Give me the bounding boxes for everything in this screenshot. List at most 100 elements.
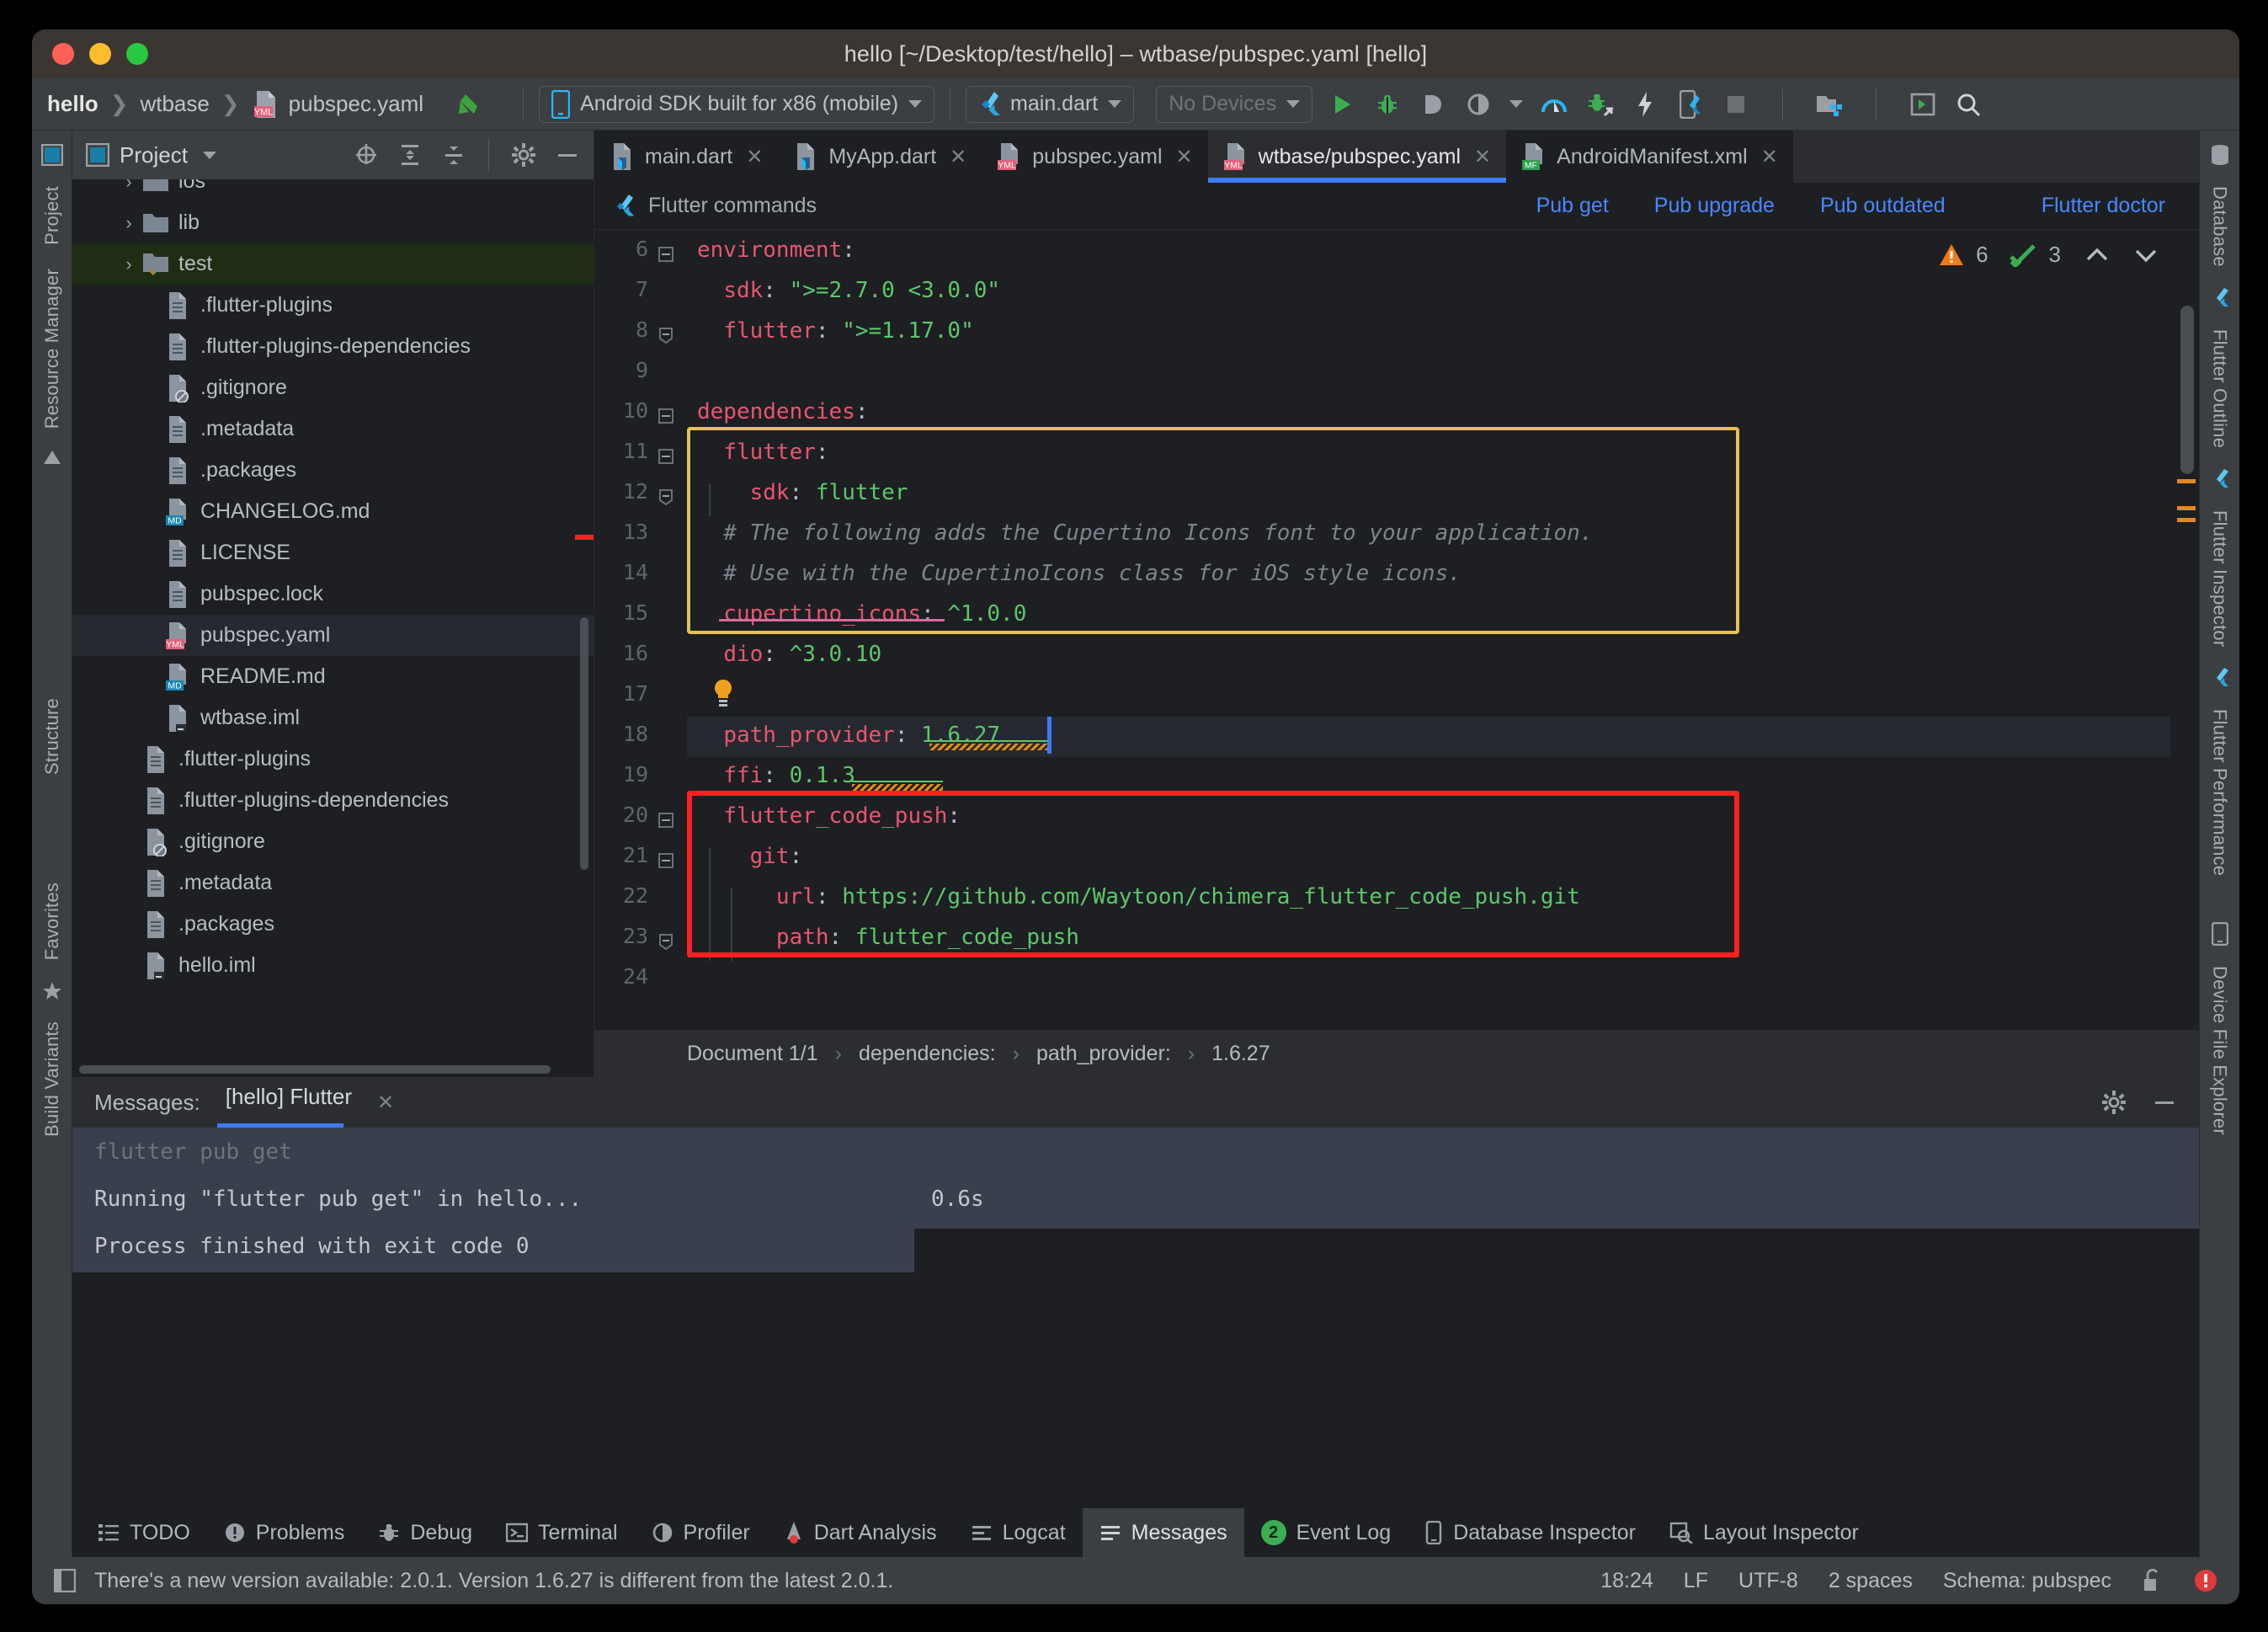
fold-collapse-icon[interactable] [657,245,675,264]
tree-item-flutter-plugins[interactable]: .flutter-plugins [72,285,594,326]
search-everywhere-icon[interactable] [1954,90,1983,119]
editor-breadcrumb-item[interactable]: Document 1/1 [687,1042,818,1066]
run-configuration-selector[interactable]: main.dart [966,85,1135,123]
chevron-right-icon[interactable]: › [116,253,141,275]
fold-collapse-icon[interactable] [657,407,675,425]
hide-icon[interactable] [555,142,580,168]
device-flutter-icon[interactable] [1676,89,1705,119]
chevron-right-icon[interactable]: › [116,179,141,193]
tree-item-pubspec-lock[interactable]: pubspec.lock [72,573,594,615]
fold-collapse-icon[interactable] [657,811,675,829]
settings-gear-icon[interactable] [511,142,536,168]
sidebar-tab-build-variants[interactable]: Build Variants [41,1010,63,1149]
chevron-right-icon[interactable]: › [116,212,141,234]
close-icon[interactable]: ✕ [1474,145,1491,169]
editor-breadcrumb-item[interactable]: 1.6.27 [1211,1042,1270,1066]
project-tree[interactable]: › ios › lib › test .flutter-plugins .flutter-pl… [72,179,594,1077]
status-document-icon[interactable] [54,1569,76,1592]
editor-breadcrumb[interactable]: Document 1/1 › dependencies: › path_provider… [594,1030,2199,1077]
intention-bulb-icon[interactable] [711,678,736,708]
status-line-separator[interactable]: LF [1684,1569,1708,1593]
bottom-tab-profiler[interactable]: Profiler [635,1508,767,1557]
tree-item-pubspec-yaml[interactable]: YML pubspec.yaml [72,615,594,656]
sidebar-tab-flutter-performance[interactable]: Flutter Performance [2209,697,2231,888]
tree-item-packages[interactable]: .packages [72,450,594,491]
attach-debugger-icon[interactable] [1585,90,1614,119]
editor-tab-pubspec-yaml[interactable]: YML pubspec.yaml ✕ [982,131,1208,183]
tree-item-hello-iml[interactable]: hello.iml [72,945,594,986]
open-terminal-icon[interactable] [1909,90,1937,119]
fold-end-icon[interactable] [657,326,675,344]
tree-item-changelog-md[interactable]: MD CHANGELOG.md [72,491,594,532]
tree-item-wtbase-iml[interactable]: wtbase.iml [72,697,594,739]
bottom-tab-dart-analysis[interactable]: Dart Analysis [767,1508,954,1557]
tree-item-gitignore[interactable]: .gitignore [72,367,594,408]
tree-item-flutter-plugins[interactable]: .flutter-plugins [72,739,594,780]
pub-outdated-link[interactable]: Pub outdated [1820,194,1946,218]
bottom-tab-todo[interactable]: TODO [81,1508,207,1557]
status-indent[interactable]: 2 spaces [1829,1569,1913,1593]
hot-reload-icon[interactable] [1631,90,1659,119]
bottom-tab-debug[interactable]: Debug [361,1508,489,1557]
error-icon[interactable] [2194,1569,2217,1592]
bottom-tab-problems[interactable]: Problems [207,1508,362,1557]
editor-tab-main-dart[interactable]: main.dart ✕ [594,131,779,183]
collapse-all-icon[interactable] [441,142,466,168]
fold-collapse-icon[interactable] [657,447,675,466]
bottom-tab-messages[interactable]: Messages [1082,1508,1244,1557]
tree-item-flutter-plugins-dependencies[interactable]: .flutter-plugins-dependencies [72,780,594,821]
sidebar-tab-flutter-outline[interactable]: Flutter Outline [2209,317,2231,460]
stop-icon[interactable] [1722,90,1750,119]
tree-item-flutter-plugins-dependencies[interactable]: .flutter-plugins-dependencies [72,326,594,367]
close-icon[interactable]: ✕ [1176,145,1193,169]
pub-get-link[interactable]: Pub get [1536,194,1609,218]
expand-all-icon[interactable] [397,142,423,168]
coverage-icon[interactable] [1464,90,1493,119]
tree-item-packages[interactable]: .packages [72,904,594,945]
editor-breadcrumb-item[interactable]: path_provider: [1036,1042,1171,1066]
bottom-tab-database-inspector[interactable]: Database Inspector [1408,1508,1653,1557]
devices-selector[interactable]: No Devices [1156,85,1313,123]
tree-vertical-scrollbar[interactable] [580,617,588,870]
bottom-tab-terminal[interactable]: Terminal [489,1508,634,1557]
chevron-down-icon[interactable] [202,151,216,159]
tree-horizontal-scrollbar[interactable] [79,1065,551,1074]
tree-item-gitignore[interactable]: .gitignore [72,821,594,862]
code-editor[interactable]: 6 7 8 9 10 11 12 13 14 15 16 17 18 19 20 21 22 23 24 envir… [594,230,2199,1030]
editor-marker-bar[interactable] [2170,230,2199,1030]
locate-icon[interactable] [354,142,379,168]
messages-output[interactable]: flutter pub get Running "flutter pub get"… [72,1128,2199,1508]
tree-item-ios[interactable]: › ios [72,179,594,202]
chevron-down-icon[interactable] [1509,100,1524,108]
editor-tab-androidmanifest-xml[interactable]: MF AndroidManifest.xml ✕ [1506,131,1793,183]
close-icon[interactable]: ✕ [746,145,763,169]
editor-tab-wtbase-pubspec-yaml[interactable]: YML wtbase/pubspec.yaml ✕ [1207,131,1507,183]
project-window-icon[interactable] [40,144,63,166]
status-encoding[interactable]: UTF-8 [1738,1569,1798,1593]
run-icon[interactable] [1328,90,1356,119]
flutter-doctor-link[interactable]: Flutter doctor [2042,194,2165,218]
editor-tab-myapp-dart[interactable]: MyApp.dart ✕ [778,131,982,183]
editor-vertical-scrollbar[interactable] [2180,306,2194,474]
breadcrumb-project[interactable]: hello [47,91,98,117]
project-structure-icon[interactable] [1815,90,1844,119]
unlock-icon[interactable] [2142,1568,2164,1593]
status-schema[interactable]: Schema: pubspec [1943,1569,2111,1593]
sidebar-tab-device-file-explorer[interactable]: Device File Explorer [2209,954,2231,1147]
device-selector[interactable]: Android SDK built for x86 (mobile) [539,85,935,123]
fold-end-icon[interactable] [657,488,675,506]
bottom-tab-logcat[interactable]: Logcat [954,1508,1083,1557]
inspection-status-widget[interactable]: 6 3 [1939,242,2159,268]
settings-gear-icon[interactable] [2101,1090,2127,1115]
next-problem-icon[interactable] [2133,245,2159,265]
hide-icon[interactable] [2152,1090,2177,1115]
fold-end-icon[interactable] [657,932,675,951]
tree-item-license[interactable]: LICENSE [72,532,594,573]
sidebar-tab-database[interactable]: Database [2209,174,2231,279]
sidebar-tab-flutter-inspector[interactable]: Flutter Inspector [2209,499,2231,659]
sidebar-tab-project[interactable]: Project [41,174,63,257]
tree-item-metadata[interactable]: .metadata [72,408,594,450]
bottom-tab-layout-inspector[interactable]: Layout Inspector [1653,1508,1876,1557]
editor-code[interactable]: environment: sdk: ">=2.7.0 <3.0.0" flutt… [687,230,2199,1030]
sidebar-tab-structure[interactable]: Structure [41,686,63,787]
